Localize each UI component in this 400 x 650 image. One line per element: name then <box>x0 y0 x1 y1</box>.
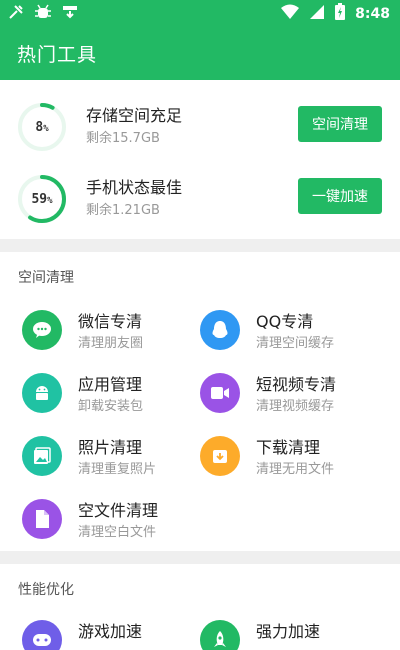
progress-ring-memory: 59% <box>17 174 67 224</box>
signal-icon <box>309 4 325 24</box>
tool-short-video-clean[interactable]: 短视频专清 清理视频缓存 <box>200 373 380 423</box>
qq-icon <box>200 310 240 350</box>
tool-desc: 清理朋友圈 <box>78 336 144 351</box>
tool-name: 照片清理 <box>78 438 143 457</box>
tool-power-boost[interactable]: 强力加速 <box>200 620 380 650</box>
tool-desc: 清理视频缓存 <box>256 399 335 414</box>
tool-desc: 清理重复照片 <box>78 462 157 477</box>
tool-photo-clean[interactable]: 照片清理 清理重复照片 <box>22 436 202 486</box>
storage-card: 8% 存储空间充足 剩余15.7GB 空间清理 59% 手机状态最佳 剩余1.2… <box>0 80 400 239</box>
percent-sign: % <box>47 195 53 206</box>
wechat-icon <box>22 310 62 350</box>
tool-game-boost[interactable]: 游戏加速 <box>22 620 202 650</box>
phone-status-title: 手机状态最佳 <box>86 178 183 197</box>
one-key-boost-button[interactable]: 一键加速 <box>298 178 382 214</box>
tool-desc: 清理空间缓存 <box>256 336 335 351</box>
tool-name: 应用管理 <box>78 375 143 394</box>
tool-download-clean[interactable]: 下载清理 清理无用文件 <box>200 436 380 486</box>
section-title: 性能优化 <box>18 582 74 598</box>
storage-remaining: 剩余15.7GB <box>86 131 160 146</box>
memory-remaining: 剩余1.21GB <box>86 203 160 218</box>
progress-ring-storage: 8% <box>17 102 67 152</box>
tool-name: 游戏加速 <box>78 622 143 641</box>
tool-name: 空文件清理 <box>78 501 159 520</box>
tool-name: QQ专清 <box>256 312 314 331</box>
tool-desc: 卸载安装包 <box>78 399 144 414</box>
battery-icon <box>335 3 346 24</box>
storage-row: 8% 存储空间充足 剩余15.7GB 空间清理 <box>0 98 400 158</box>
status-bar: 8:48 <box>0 0 400 26</box>
rocket-icon <box>200 620 240 650</box>
memory-percent: 59 <box>31 191 48 207</box>
tool-empty-file-clean[interactable]: 空文件清理 清理空白文件 <box>22 499 202 549</box>
percent-sign: % <box>43 123 49 134</box>
tool-name: 强力加速 <box>256 622 321 641</box>
wifi-icon <box>281 4 300 24</box>
clock-time: 8:48 <box>355 5 390 22</box>
android-icon <box>22 373 62 413</box>
space-clean-button[interactable]: 空间清理 <box>298 106 382 142</box>
app-bar: 热门工具 <box>0 26 400 80</box>
tool-name: 微信专清 <box>78 312 143 331</box>
tool-qq-clean[interactable]: QQ专清 清理空间缓存 <box>200 310 380 360</box>
tool-desc: 清理空白文件 <box>78 525 157 540</box>
download-box-icon <box>200 436 240 476</box>
performance-section: 性能优化 游戏加速 强力加速 <box>0 564 400 650</box>
tool-name: 下载清理 <box>256 438 321 457</box>
tool-name: 短视频专清 <box>256 375 337 394</box>
page-title: 热门工具 <box>17 44 98 66</box>
tools-icon <box>8 4 24 25</box>
bug-icon <box>34 4 52 25</box>
download-icon <box>62 4 78 25</box>
storage-percent: 8 <box>35 119 44 135</box>
section-title: 空间清理 <box>18 270 74 286</box>
tool-wechat-clean[interactable]: 微信专清 清理朋友圈 <box>22 310 202 360</box>
video-icon <box>200 373 240 413</box>
game-icon <box>22 620 62 650</box>
tool-app-manage[interactable]: 应用管理 卸载安装包 <box>22 373 202 423</box>
memory-row: 59% 手机状态最佳 剩余1.21GB 一键加速 <box>0 170 400 230</box>
tool-desc: 清理无用文件 <box>256 462 335 477</box>
space-clean-section: 空间清理 微信专清 清理朋友圈 QQ专清 清理空间缓存 应用管理 卸载安装包 短… <box>0 252 400 551</box>
photo-icon <box>22 436 62 476</box>
file-icon <box>22 499 62 539</box>
storage-status-title: 存储空间充足 <box>86 106 183 125</box>
